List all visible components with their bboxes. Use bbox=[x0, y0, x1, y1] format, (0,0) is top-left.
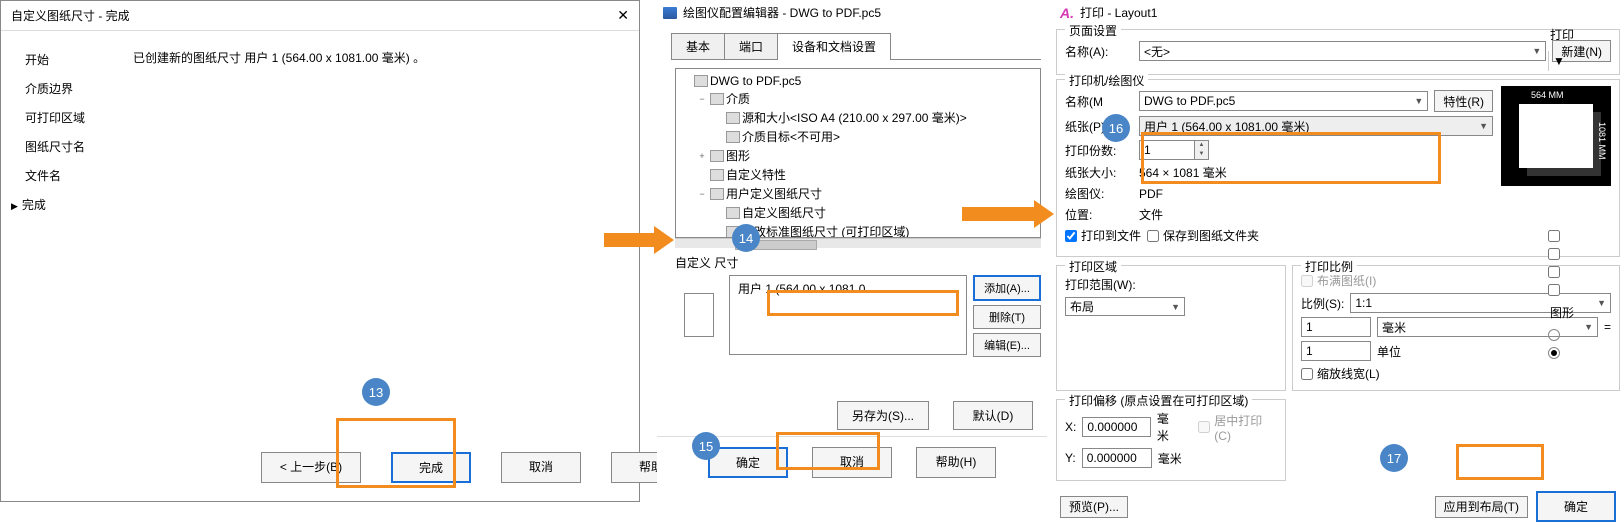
step-finish[interactable]: 完成 bbox=[25, 190, 121, 219]
scale-lineweight-checkbox[interactable]: 缩放线宽(L) bbox=[1301, 365, 1611, 382]
step-printable[interactable]: 可打印区域 bbox=[25, 103, 121, 132]
print-to-file-checkbox[interactable]: 打印到文件 bbox=[1065, 227, 1141, 244]
arrow-icon bbox=[604, 230, 674, 250]
preview-button[interactable]: 预览(P)... bbox=[1060, 496, 1128, 518]
dialog-title: 打印 - Layout1 bbox=[1080, 4, 1157, 21]
arrow-icon bbox=[962, 204, 1054, 224]
app-icon: A. bbox=[1060, 5, 1074, 21]
page-setup-group: 页面设置 名称(A): <无>▼ 新建(N) bbox=[1056, 29, 1620, 75]
remove-button[interactable]: 删除(T) bbox=[973, 305, 1041, 329]
print-area-group: 打印区域 打印范围(W): 布局▼ bbox=[1056, 265, 1286, 391]
step-badge: 17 bbox=[1380, 444, 1408, 472]
cancel-button[interactable]: 取消 bbox=[812, 447, 892, 478]
chevron-down-icon: ▼ bbox=[1414, 96, 1423, 106]
folder-icon bbox=[710, 188, 724, 200]
apply-layout-button[interactable]: 应用到布局(T) bbox=[1435, 496, 1528, 518]
custom-size-label: 自定义 尺寸 bbox=[675, 254, 1047, 271]
chevron-down-icon: ▼ bbox=[1479, 121, 1488, 131]
custom-size-list[interactable]: 用户 1 (564.00 x 1081.0... bbox=[729, 275, 967, 355]
offset-x-input[interactable]: 0.000000 bbox=[1082, 417, 1151, 437]
finish-button[interactable]: 完成 bbox=[391, 452, 471, 483]
edit-button[interactable]: 编辑(E)... bbox=[973, 333, 1041, 357]
dialog-title: 自定义图纸尺寸 - 完成 bbox=[11, 7, 130, 24]
finish-message: 已创建新的图纸尺寸 用户 1 (564.00 x 1081.00 毫米) 。 bbox=[133, 49, 627, 66]
ok-button[interactable]: 确定 bbox=[708, 447, 788, 478]
ok-button[interactable]: 确定 bbox=[1536, 491, 1616, 522]
folder-icon bbox=[710, 150, 724, 162]
printer-icon bbox=[663, 7, 677, 19]
list-item: 用户 1 (564.00 x 1081.0... bbox=[732, 278, 964, 299]
titlebar: 自定义图纸尺寸 - 完成 ✕ bbox=[1, 1, 639, 31]
tab-basic[interactable]: 基本 bbox=[671, 33, 725, 60]
close-icon[interactable]: ✕ bbox=[617, 7, 629, 24]
printer-select[interactable]: DWG to PDF.pc5▼ bbox=[1139, 91, 1428, 111]
copies-label: 打印份数: bbox=[1065, 142, 1133, 159]
back-button[interactable]: < 上一步(B) bbox=[261, 452, 361, 483]
save-folder-checkbox[interactable]: 保存到图纸文件夹 bbox=[1147, 227, 1259, 244]
tab-device[interactable]: 设备和文档设置 bbox=[777, 33, 891, 60]
step-bounds[interactable]: 介质边界 bbox=[25, 74, 121, 103]
right-cropped-strip: 打印 ▼ 着色 着色 打印 图形 bbox=[1544, 20, 1624, 363]
page-icon bbox=[726, 112, 740, 124]
step-filename[interactable]: 文件名 bbox=[25, 161, 121, 190]
printer-group: 打印机/绘图仪 名称(M DWG to PDF.pc5▼ 特性(R) 纸张(P)… bbox=[1056, 79, 1620, 257]
cancel-button[interactable]: 取消 bbox=[501, 452, 581, 483]
horizontal-scrollbar[interactable] bbox=[675, 238, 1041, 248]
step-badge: 13 bbox=[362, 378, 390, 406]
page-icon bbox=[726, 207, 740, 219]
printer-icon bbox=[694, 75, 708, 87]
chevron-down-icon: ▼ bbox=[1171, 302, 1180, 312]
plotter-config-dialog: 绘图仪配置编辑器 - DWG to PDF.pc5 基本 端口 设备和文档设置 … bbox=[657, 0, 1047, 502]
offset-y-input[interactable]: 0.000000 bbox=[1082, 448, 1152, 468]
paper-select[interactable]: 用户 1 (564.00 x 1081.00 毫米)▼ bbox=[1139, 116, 1493, 136]
chevron-down-icon: ▼ bbox=[1532, 46, 1541, 56]
properties-button[interactable]: 特性(R) bbox=[1434, 90, 1493, 112]
save-as-button[interactable]: 另存为(S)... bbox=[837, 401, 929, 430]
wizard-content: 已创建新的图纸尺寸 用户 1 (564.00 x 1081.00 毫米) 。 bbox=[121, 31, 639, 219]
step-badge: 14 bbox=[732, 224, 760, 252]
name-label: 名称(A): bbox=[1065, 43, 1133, 60]
step-badge: 16 bbox=[1102, 114, 1130, 142]
print-dialog: A. 打印 - Layout1 页面设置 名称(A): <无>▼ 新建(N) 打… bbox=[1052, 0, 1624, 502]
paper-thumbnail bbox=[675, 275, 723, 355]
tab-bar: 基本 端口 设备和文档设置 bbox=[671, 33, 1041, 60]
titlebar: 绘图仪配置编辑器 - DWG to PDF.pc5 bbox=[657, 0, 1047, 25]
help-button[interactable]: 帮助(H) bbox=[916, 447, 996, 478]
scale-num1[interactable]: 1 bbox=[1301, 317, 1371, 337]
step-name[interactable]: 图纸尺寸名 bbox=[25, 132, 121, 161]
titlebar: A. 打印 - Layout1 bbox=[1052, 0, 1624, 25]
center-checkbox: 居中打印(C) bbox=[1198, 412, 1277, 443]
default-button[interactable]: 默认(D) bbox=[953, 401, 1033, 430]
scale-num2[interactable]: 1 bbox=[1301, 341, 1371, 361]
add-button[interactable]: 添加(A)... bbox=[973, 275, 1041, 301]
tab-port[interactable]: 端口 bbox=[724, 33, 778, 60]
printer-name-label: 名称(M bbox=[1065, 93, 1133, 110]
wizard-steps: 开始 介质边界 可打印区域 图纸尺寸名 文件名 完成 bbox=[1, 31, 121, 219]
page-setup-select[interactable]: <无>▼ bbox=[1139, 41, 1546, 61]
wizard-dialog: 自定义图纸尺寸 - 完成 ✕ 开始 介质边界 可打印区域 图纸尺寸名 文件名 完… bbox=[0, 0, 640, 502]
print-range-select[interactable]: 布局▼ bbox=[1065, 297, 1185, 316]
folder-icon bbox=[710, 169, 724, 181]
dialog-title: 绘图仪配置编辑器 - DWG to PDF.pc5 bbox=[683, 4, 881, 21]
copies-input[interactable]: 1▲▼ bbox=[1139, 140, 1209, 160]
step-badge: 15 bbox=[692, 432, 720, 460]
folder-icon bbox=[710, 93, 724, 105]
page-icon bbox=[726, 131, 740, 143]
print-offset-group: 打印偏移 (原点设置在可打印区域) X: 0.000000 毫米 居中打印(C)… bbox=[1056, 399, 1286, 481]
step-start[interactable]: 开始 bbox=[25, 45, 121, 74]
